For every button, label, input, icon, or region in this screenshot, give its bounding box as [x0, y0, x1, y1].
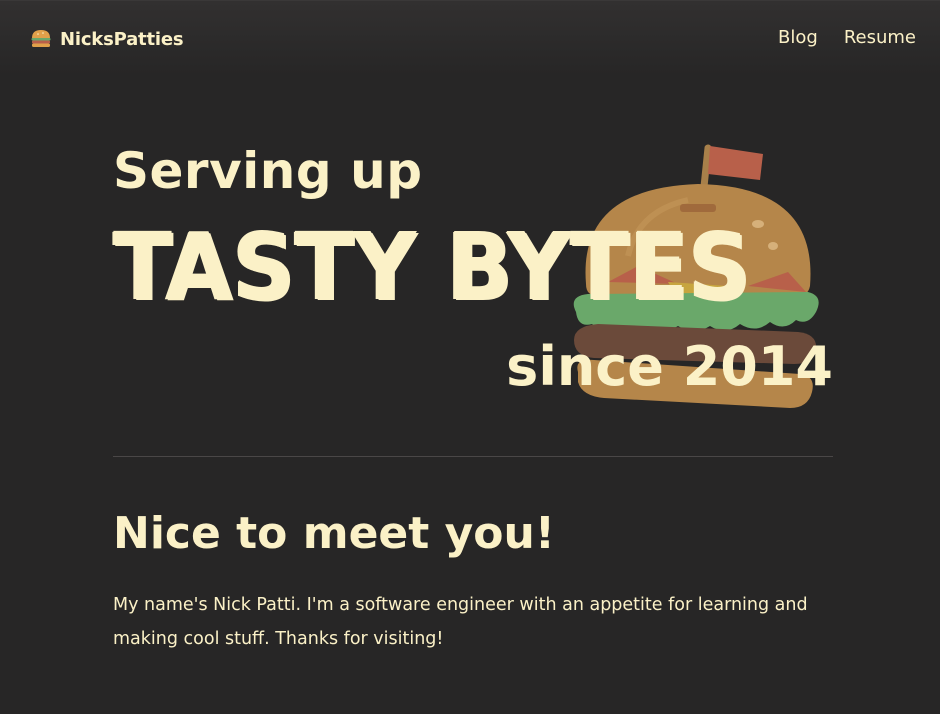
- nav-links: Blog Resume: [778, 27, 916, 48]
- hero-line-tasty-bytes: TASTY BYTES: [113, 213, 751, 320]
- nav-link-blog[interactable]: Blog: [778, 27, 818, 48]
- burger-icon: [30, 28, 52, 50]
- brand-home-link[interactable]: NicksPatties: [30, 28, 184, 50]
- top-nav: NicksPatties Blog Resume: [0, 0, 940, 76]
- intro-paragraph: My name's Nick Patti. I'm a software eng…: [113, 595, 808, 649]
- hero-line-since: since 2014: [506, 335, 833, 398]
- brand-name: NicksPatties: [60, 28, 184, 50]
- intro-heading: Nice to meet you!: [113, 508, 555, 559]
- flag: [708, 146, 763, 180]
- hero-line-serving-up: Serving up: [113, 142, 423, 200]
- section-divider: [113, 456, 833, 457]
- nav-link-resume[interactable]: Resume: [844, 27, 916, 48]
- hero: Serving up TASTY BYTES since 2014: [113, 76, 833, 456]
